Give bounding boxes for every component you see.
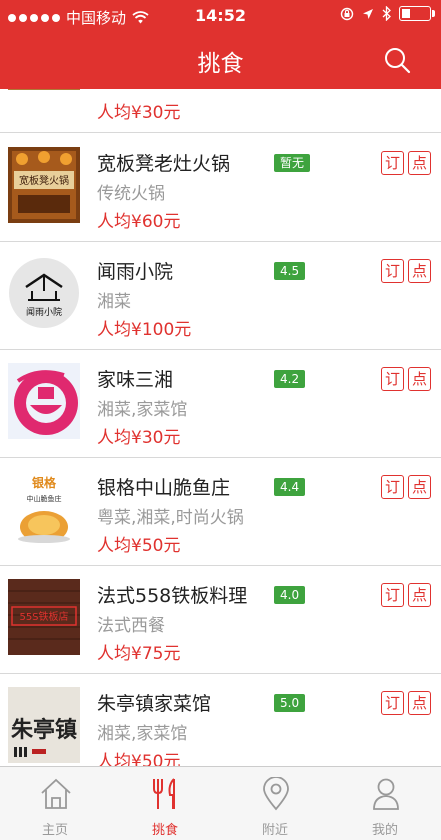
restaurant-thumbnail xyxy=(8,363,80,439)
thumbnail-logo-text: 55S铁板店 xyxy=(19,610,68,623)
restaurant-category: 湘菜 xyxy=(97,292,131,312)
restaurant-thumbnail xyxy=(8,89,80,90)
restaurant-list[interactable]: 人均¥30元 宽板凳火锅 宽板凳老灶火锅 传统火锅 人均¥60元 暂无 订 点 xyxy=(0,89,441,766)
order-button[interactable]: 订 xyxy=(381,259,404,283)
restaurant-category: 法式西餐 xyxy=(97,616,165,636)
restaurant-name: 朱亭镇家菜馆 xyxy=(97,693,212,715)
restaurant-price: 人均¥30元 xyxy=(97,103,181,123)
restaurant-name: 家味三湘 xyxy=(97,369,174,391)
dine-button[interactable]: 点 xyxy=(408,475,431,499)
tab-label: 附近 xyxy=(261,823,288,838)
rating-badge: 4.4 xyxy=(274,478,306,496)
page-title: 挑食 xyxy=(197,51,244,77)
order-button[interactable]: 订 xyxy=(381,151,404,175)
restaurant-thumbnail: 闻雨小院 xyxy=(8,255,80,331)
location-arrow-icon xyxy=(363,8,373,19)
person-icon xyxy=(373,778,399,810)
list-item[interactable]: 宽板凳火锅 宽板凳老灶火锅 传统火锅 人均¥60元 暂无 订 点 xyxy=(0,133,441,242)
rating-badge: 4.5 xyxy=(274,262,306,280)
restaurant-category: 湘菜,家菜馆 xyxy=(97,400,188,420)
order-button[interactable]: 订 xyxy=(381,583,404,607)
restaurant-price: 人均¥30元 xyxy=(97,428,181,448)
fork-knife-icon xyxy=(153,778,175,809)
restaurant-price: 人均¥100元 xyxy=(97,320,192,340)
thumbnail-logo-text: 宽板凳火锅 xyxy=(19,174,69,187)
restaurant-price: 人均¥50元 xyxy=(97,536,181,556)
dine-button[interactable]: 点 xyxy=(408,583,431,607)
restaurant-thumbnail: 朱亭镇 xyxy=(8,687,80,763)
restaurant-category: 传统火锅 xyxy=(97,184,165,204)
order-button[interactable]: 订 xyxy=(381,475,404,499)
search-icon[interactable] xyxy=(383,46,411,74)
status-right xyxy=(340,6,435,21)
tab-nearby[interactable]: 附近 xyxy=(220,767,330,840)
thumbnail-logo-subtext: 中山脆鱼庄 xyxy=(27,494,62,503)
tab-label: 主页 xyxy=(41,823,68,838)
dine-button[interactable]: 点 xyxy=(408,367,431,391)
thumbnail-logo-text: 闻雨小院 xyxy=(26,306,62,318)
dine-button[interactable]: 点 xyxy=(408,259,431,283)
restaurant-price: 人均¥50元 xyxy=(97,752,181,766)
bluetooth-icon xyxy=(382,6,391,21)
restaurant-category: 粤菜,湘菜,时尚火锅 xyxy=(97,508,244,528)
order-button[interactable]: 订 xyxy=(381,691,404,715)
tab-mine[interactable]: 我的 xyxy=(330,767,440,840)
tab-label: 我的 xyxy=(371,823,398,838)
list-item[interactable]: 人均¥30元 xyxy=(0,89,441,133)
tab-pick[interactable]: 挑食 xyxy=(110,767,220,840)
status-bar: 中国移动 14:52 xyxy=(0,0,441,32)
restaurant-category: 湘菜,家菜馆 xyxy=(97,724,188,744)
list-item[interactable]: 银格 中山脆鱼庄 银格中山脆鱼庄 粤菜,湘菜,时尚火锅 人均¥50元 4.4 订… xyxy=(0,457,441,566)
list-item[interactable]: 闻雨小院 闻雨小院 湘菜 人均¥100元 4.5 订 点 xyxy=(0,241,441,350)
location-pin-icon xyxy=(263,777,289,811)
home-icon xyxy=(41,778,71,809)
list-item[interactable]: 朱亭镇 朱亭镇家菜馆 湘菜,家菜馆 人均¥50元 5.0 订 点 xyxy=(0,673,441,766)
tab-home[interactable]: 主页 xyxy=(0,767,110,840)
restaurant-name: 宽板凳老灶火锅 xyxy=(97,153,231,175)
restaurant-name: 闻雨小院 xyxy=(97,261,174,283)
tab-bar: 主页 挑食 附近 我的 xyxy=(0,766,441,840)
rating-badge: 5.0 xyxy=(274,694,306,712)
rating-badge: 4.2 xyxy=(274,370,306,388)
thumbnail-logo-text: 银格 xyxy=(32,475,57,490)
restaurant-price: 人均¥75元 xyxy=(97,644,181,664)
rotation-lock-icon xyxy=(340,7,354,20)
rating-badge: 暂无 xyxy=(274,154,311,172)
list-item[interactable]: 家味三湘 湘菜,家菜馆 人均¥30元 4.2 订 点 xyxy=(0,349,441,458)
order-button[interactable]: 订 xyxy=(381,367,404,391)
dine-button[interactable]: 点 xyxy=(408,691,431,715)
restaurant-name: 银格中山脆鱼庄 xyxy=(97,477,231,499)
restaurant-thumbnail: 宽板凳火锅 xyxy=(8,147,80,223)
restaurant-thumbnail: 银格 中山脆鱼庄 xyxy=(8,471,80,547)
nav-bar: 挑食 xyxy=(0,32,441,89)
dine-button[interactable]: 点 xyxy=(408,151,431,175)
restaurant-price: 人均¥60元 xyxy=(97,212,181,232)
list-item[interactable]: 55S铁板店 法式558铁板料理 法式西餐 人均¥75元 4.0 订 点 xyxy=(0,565,441,674)
restaurant-thumbnail: 55S铁板店 xyxy=(8,579,80,655)
thumbnail-logo-text: 朱亭镇 xyxy=(11,717,77,743)
tab-label: 挑食 xyxy=(151,823,178,838)
restaurant-name: 法式558铁板料理 xyxy=(97,585,248,607)
rating-badge: 4.0 xyxy=(274,586,306,604)
battery-icon xyxy=(399,6,435,21)
